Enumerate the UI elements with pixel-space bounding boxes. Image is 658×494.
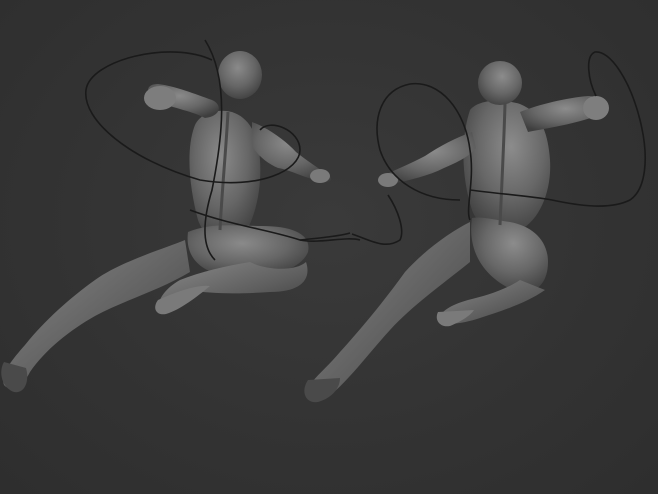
right-figure-right-fist bbox=[583, 96, 609, 120]
render-canvas bbox=[1, 39, 646, 403]
left-figure-right-fist bbox=[310, 169, 330, 183]
rope-between-figures bbox=[299, 194, 403, 245]
right-figure bbox=[304, 61, 609, 403]
right-figure-head bbox=[478, 61, 522, 105]
left-figure-head bbox=[218, 51, 262, 99]
right-figure-hips bbox=[471, 217, 548, 292]
web-lines bbox=[85, 39, 646, 261]
left-figure bbox=[1, 51, 332, 393]
sculpt-viewport bbox=[0, 0, 658, 494]
right-figure-back-foot bbox=[304, 378, 340, 403]
left-figure-left-fist bbox=[144, 86, 176, 110]
